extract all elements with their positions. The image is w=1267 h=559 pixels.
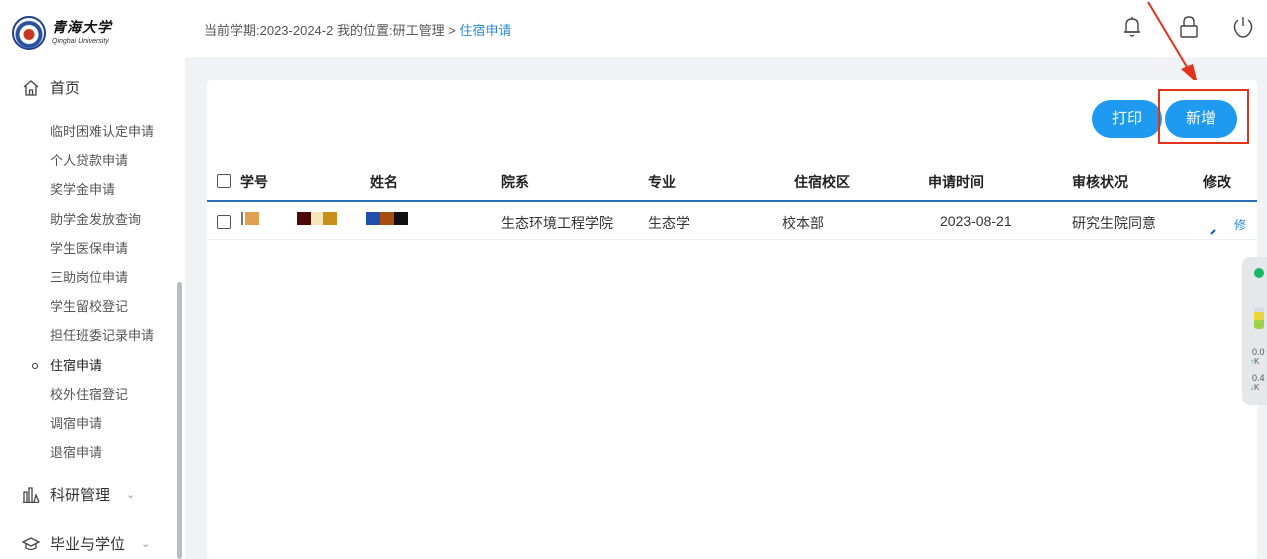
table-row[interactable]: 生态环境工程学院 生态学 校本部 2023-08-21 研究生院同意 xyxy=(207,203,1257,240)
download-arrow-icon: ↓K xyxy=(1250,383,1260,392)
edit-link[interactable]: 修 xyxy=(1234,216,1246,233)
status-dot-icon xyxy=(1254,268,1264,278)
usage-level-icon xyxy=(1254,307,1264,329)
menu-home-label: 首页 xyxy=(50,80,81,97)
sidebar-item-accommodation[interactable]: 住宿申请 xyxy=(0,351,178,380)
top-header: 当前学期:2023-2024-2 我的位置:研工管理 > 住宿申请 xyxy=(185,0,1267,59)
cell-campus: 校本部 xyxy=(782,215,824,231)
column-status: 审核状况 xyxy=(1072,174,1128,190)
cell-major: 生态学 xyxy=(648,215,690,231)
column-edit: 修改 xyxy=(1203,174,1231,190)
cell-apply-date: 2023-08-21 xyxy=(940,213,1012,229)
row-checkbox[interactable] xyxy=(217,215,231,229)
menu-research[interactable]: 科研管理 ⌄ xyxy=(22,484,135,505)
widget-upload-value: 0.0 xyxy=(1252,347,1265,357)
breadcrumb-path: 当前学期:2023-2024-2 我的位置:研工管理 > xyxy=(204,23,460,38)
cell-department: 生态环境工程学院 xyxy=(501,215,613,231)
column-apply-date: 申请时间 xyxy=(928,174,984,190)
logo-chinese-name: 青海大学 xyxy=(52,20,112,36)
widget-download-value: 0.4 xyxy=(1252,373,1265,383)
table-header: 学号 姓名 院系 专业 住宿校区 申请时间 审核状况 修改 xyxy=(207,160,1257,202)
column-campus: 住宿校区 xyxy=(794,174,850,190)
menu-research-label: 科研管理 xyxy=(50,487,111,504)
print-button[interactable]: 打印 xyxy=(1092,100,1162,138)
column-name: 姓名 xyxy=(370,174,398,190)
menu-graduation[interactable]: 毕业与学位 ⌄ xyxy=(22,533,150,554)
widget-upload-unit: K xyxy=(1254,357,1260,366)
upload-arrow-icon: ↑K xyxy=(1250,357,1260,366)
university-logo[interactable]: 青海大学 Qinghai University xyxy=(12,16,112,50)
chevron-down-icon: ⌄ xyxy=(141,538,151,550)
column-student-id: 学号 xyxy=(240,174,268,190)
widget-download-unit: K xyxy=(1254,383,1260,392)
sidebar-item-grant-query[interactable]: 助学金发放查询 xyxy=(0,205,178,234)
submenu-list: 临时困难认定申请 个人贷款申请 奖学金申请 助学金发放查询 学生医保申请 三助岗… xyxy=(0,117,178,467)
redacted-department-code xyxy=(366,212,408,225)
column-department: 院系 xyxy=(501,174,529,190)
sidebar-item-offcampus[interactable]: 校外住宿登记 xyxy=(0,380,178,409)
sidebar-scrollbar[interactable] xyxy=(177,282,182,559)
annotation-arrow xyxy=(1147,1,1198,84)
sidebar-item-checkout[interactable]: 退宿申请 xyxy=(0,438,178,467)
home-icon xyxy=(23,79,39,96)
sidebar-item-stay-registration[interactable]: 学生留校登记 xyxy=(0,292,178,321)
power-icon[interactable] xyxy=(1230,14,1256,40)
breadcrumb: 当前学期:2023-2024-2 我的位置:研工管理 > 住宿申请 xyxy=(204,20,511,39)
cell-status: 研究生院同意 xyxy=(1072,215,1156,231)
redacted-student-id xyxy=(241,212,259,225)
sidebar-item-medical-insurance[interactable]: 学生医保申请 xyxy=(0,234,178,263)
content-card xyxy=(207,80,1257,559)
menu-graduation-label: 毕业与学位 xyxy=(50,536,126,553)
sidebar-item-class-committee[interactable]: 担任班委记录申请 xyxy=(0,321,178,350)
chevron-down-icon: ⌄ xyxy=(126,489,136,501)
sidebar-item-hardship[interactable]: 临时困难认定申请 xyxy=(0,117,178,146)
column-major: 专业 xyxy=(648,174,676,190)
sidebar-item-loan[interactable]: 个人贷款申请 xyxy=(0,146,178,175)
pencil-icon[interactable] xyxy=(1209,226,1219,236)
redacted-name xyxy=(297,212,337,225)
sidebar-item-assistant-post[interactable]: 三助岗位申请 xyxy=(0,263,178,292)
sidebar-item-scholarship[interactable]: 奖学金申请 xyxy=(0,175,178,204)
menu-home[interactable]: 首页 xyxy=(22,77,80,98)
bar-chart-icon xyxy=(23,486,40,503)
network-monitor-widget[interactable]: 0.0 ↑K 0.4 ↓K xyxy=(1242,257,1267,405)
sidebar: 青海大学 Qinghai University 首页 临时困难认定申请 个人贷款… xyxy=(0,0,185,559)
annotation-highlight-box xyxy=(1158,89,1249,144)
logo-english-name: Qinghai University xyxy=(52,38,109,45)
university-seal-icon xyxy=(12,16,46,50)
sidebar-item-room-transfer[interactable]: 调宿申请 xyxy=(0,409,178,438)
graduation-cap-icon xyxy=(22,536,40,550)
breadcrumb-current[interactable]: 住宿申请 xyxy=(459,23,511,38)
select-all-checkbox[interactable] xyxy=(217,174,231,188)
